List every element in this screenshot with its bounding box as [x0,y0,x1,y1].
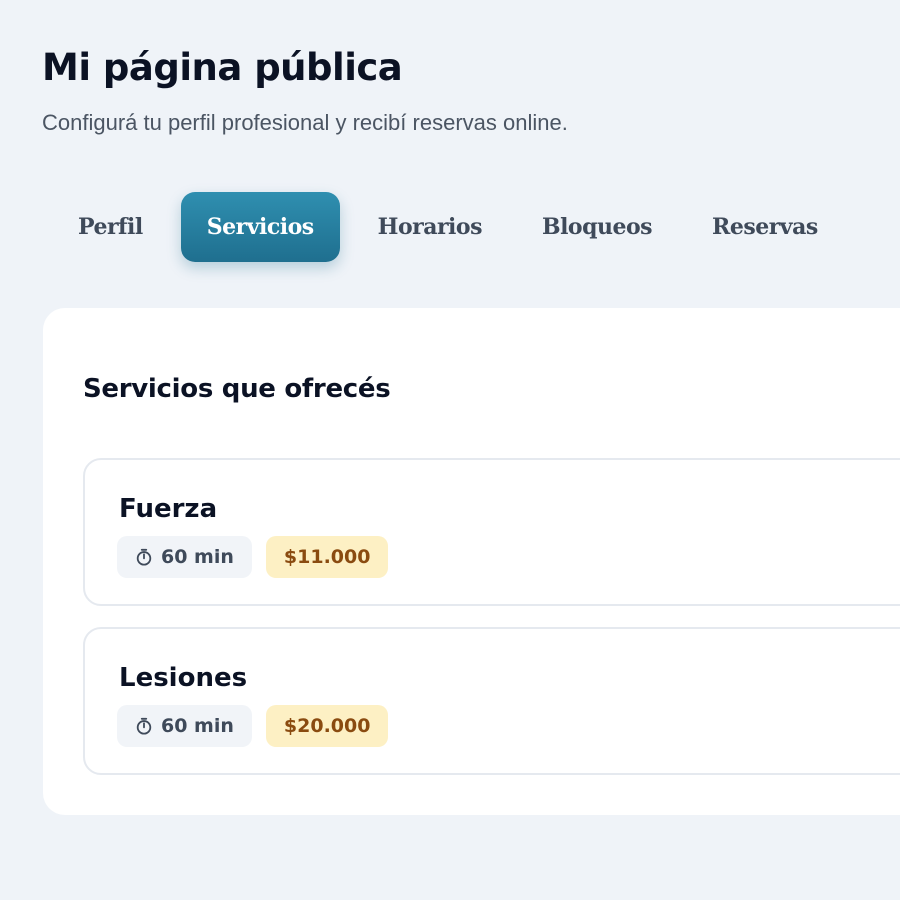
tab-horarios[interactable]: Horarios [356,192,504,262]
tab-reservas[interactable]: Reservas [690,192,840,262]
services-card: Servicios que ofrecés Fuerza 60 min $11.… [43,308,900,815]
duration-text: 60 min [161,546,234,568]
tab-perfil[interactable]: Perfil [56,192,165,262]
duration-chip: 60 min [117,705,252,747]
price-chip: $20.000 [265,705,389,747]
stopwatch-icon [136,717,152,735]
tab-bloqueos[interactable]: Bloqueos [520,192,674,262]
section-title: Servicios que ofrecés [83,374,391,404]
service-item-fuerza[interactable]: Fuerza 60 min $11.000 [83,458,900,606]
service-chips: 60 min $20.000 [117,705,389,747]
service-name: Fuerza [119,494,218,524]
duration-text: 60 min [161,715,234,737]
page-subtitle: Configurá tu perfil profesional y recibí… [42,110,568,135]
duration-chip: 60 min [117,536,252,578]
stopwatch-icon [136,548,152,566]
service-name: Lesiones [119,663,248,693]
tab-bar: Perfil Servicios Horarios Bloqueos Reser… [56,192,856,262]
service-item-lesiones[interactable]: Lesiones 60 min $20.000 [83,627,900,775]
page-title: Mi página pública [42,46,403,89]
price-chip: $11.000 [265,536,389,578]
service-chips: 60 min $11.000 [117,536,389,578]
tab-servicios[interactable]: Servicios [180,192,340,262]
